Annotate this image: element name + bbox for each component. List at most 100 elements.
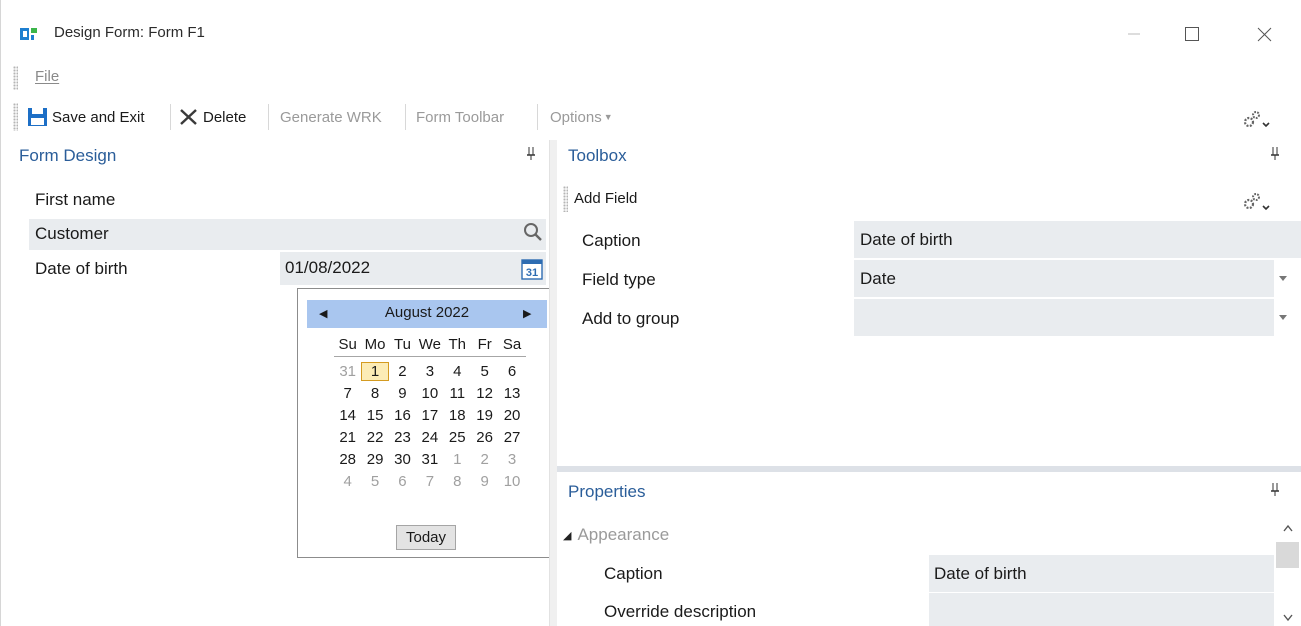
toolbox-row-add-to-group[interactable]: Add to group xyxy=(557,299,1301,338)
property-caption-input[interactable]: Date of birth xyxy=(929,555,1274,592)
calendar-day[interactable]: 5 xyxy=(361,473,388,490)
calendar-day-selected[interactable]: 1 xyxy=(361,361,389,381)
menu-file[interactable]: File xyxy=(35,68,59,85)
calendar-day[interactable]: 8 xyxy=(361,385,388,402)
pin-icon[interactable] xyxy=(526,146,536,163)
form-toolbar-button[interactable]: Form Toolbar xyxy=(416,106,504,128)
calendar-day[interactable]: 20 xyxy=(498,407,525,424)
calendar-day[interactable]: 19 xyxy=(471,407,498,424)
calendar-day[interactable]: 5 xyxy=(471,363,498,380)
calendar-day[interactable]: 10 xyxy=(498,473,525,490)
calendar-day[interactable]: 8 xyxy=(444,473,471,490)
toolbox-grip[interactable] xyxy=(563,186,568,212)
delete-button[interactable]: Delete xyxy=(178,106,246,128)
calendar-day[interactable]: 4 xyxy=(444,363,471,380)
month-label: August 2022 xyxy=(384,304,470,321)
save-and-exit-button[interactable]: Save and Exit xyxy=(27,106,145,128)
calendar-day[interactable]: 2 xyxy=(471,451,498,468)
calendar-icon[interactable]: 31 xyxy=(521,258,543,280)
form-row-date-of-birth[interactable]: Date of birth xyxy=(29,254,280,285)
calendar-day[interactable]: 14 xyxy=(334,407,361,424)
calendar-day[interactable]: 12 xyxy=(471,385,498,402)
override-description-input[interactable] xyxy=(929,593,1274,626)
form-row-first-name[interactable]: First name xyxy=(29,185,546,216)
dropdown-arrow-icon[interactable] xyxy=(1279,276,1287,281)
calendar-day[interactable]: 18 xyxy=(444,407,471,424)
calendar-day[interactable]: 11 xyxy=(444,385,471,402)
calendar-day[interactable]: 25 xyxy=(444,429,471,446)
calendar-day[interactable]: 27 xyxy=(498,429,525,446)
options-label: Options xyxy=(550,108,602,126)
weekday-label: Su xyxy=(338,336,357,353)
delete-label: Delete xyxy=(203,108,247,126)
calendar-day[interactable]: 1 xyxy=(444,451,471,468)
calendar-day[interactable]: 30 xyxy=(389,451,416,468)
calendar-day[interactable]: 7 xyxy=(416,473,443,490)
generate-wrk-button[interactable]: Generate WRK xyxy=(280,106,382,128)
calendar-day[interactable]: 17 xyxy=(416,407,443,424)
toolbox-row-field-type[interactable]: Field type Date xyxy=(557,260,1301,299)
calendar-day[interactable]: 22 xyxy=(361,429,388,446)
toolbar-grip[interactable] xyxy=(13,103,18,131)
add-field-button[interactable]: Add Field xyxy=(574,190,637,207)
horizontal-splitter[interactable] xyxy=(557,466,1301,472)
calendar-week: 4 5 6 7 8 9 10 xyxy=(334,470,526,492)
appearance-section-label: Appearance xyxy=(577,525,670,544)
caption-input[interactable]: Date of birth xyxy=(854,221,1301,258)
calendar-day[interactable]: 3 xyxy=(498,451,525,468)
calendar-day[interactable]: 10 xyxy=(416,385,443,402)
pin-icon[interactable] xyxy=(1270,146,1280,163)
properties-scrollbar[interactable] xyxy=(1274,518,1301,626)
close-button[interactable] xyxy=(1241,18,1287,50)
calendar-day[interactable]: 6 xyxy=(498,363,525,380)
calendar-day[interactable]: 31 xyxy=(334,363,361,380)
pin-icon[interactable] xyxy=(1270,482,1280,499)
calendar-day[interactable]: 9 xyxy=(389,385,416,402)
search-icon[interactable] xyxy=(523,222,543,242)
toolbox-row-caption[interactable]: Caption Date of birth xyxy=(557,221,1301,260)
field-label: First name xyxy=(35,190,116,209)
calendar-day[interactable]: 23 xyxy=(389,429,416,446)
options-dropdown[interactable]: Options ▼ xyxy=(550,106,613,128)
minimize-button[interactable] xyxy=(1111,18,1157,50)
calendar-day[interactable]: 26 xyxy=(471,429,498,446)
calendar-day[interactable]: 2 xyxy=(389,363,416,380)
toolbar-settings-button[interactable] xyxy=(1241,106,1271,130)
vertical-splitter[interactable] xyxy=(549,140,557,626)
scroll-up-icon[interactable] xyxy=(1283,524,1293,532)
calendar-day[interactable]: 29 xyxy=(361,451,388,468)
calendar-day[interactable]: 21 xyxy=(334,429,361,446)
dropdown-arrow-icon[interactable] xyxy=(1279,315,1287,320)
toolbar-separator xyxy=(405,104,406,130)
calendar-day[interactable]: 24 xyxy=(416,429,443,446)
menu-grip[interactable] xyxy=(13,66,18,90)
calendar-day[interactable]: 3 xyxy=(416,363,443,380)
calendar-week: 14 15 16 17 18 19 20 xyxy=(334,404,526,426)
calendar-day[interactable]: 31 xyxy=(416,451,443,468)
next-month-icon[interactable]: ▶ xyxy=(523,307,531,320)
maximize-button[interactable] xyxy=(1169,18,1215,50)
calendar-day[interactable]: 6 xyxy=(389,473,416,490)
property-row-caption[interactable]: Caption Date of birth xyxy=(557,555,1274,593)
calendar-popup[interactable]: ◀ August 2022 ▶ Su Mo Tu We Th Fr Sa 31 … xyxy=(297,288,553,558)
calendar-day[interactable]: 28 xyxy=(334,451,361,468)
field-type-select[interactable]: Date xyxy=(854,260,1274,297)
weekday-label: Sa xyxy=(502,336,522,353)
appearance-section-toggle[interactable]: ◢ Appearance xyxy=(563,525,669,545)
calendar-grid: Su Mo Tu We Th Fr Sa 31 1 2 3 4 5 6 7 8 … xyxy=(334,333,526,492)
customer-input[interactable] xyxy=(280,219,546,250)
calendar-day[interactable]: 4 xyxy=(334,473,361,490)
scroll-down-icon[interactable] xyxy=(1283,614,1293,622)
today-button[interactable]: Today xyxy=(396,525,456,550)
calendar-day[interactable]: 9 xyxy=(471,473,498,490)
toolbox-settings-button[interactable] xyxy=(1241,190,1271,214)
property-row-override-description[interactable]: Override description xyxy=(557,593,1274,626)
add-to-group-select[interactable] xyxy=(854,299,1274,336)
calendar-day[interactable]: 13 xyxy=(498,385,525,402)
calendar-day[interactable]: 16 xyxy=(389,407,416,424)
form-row-customer[interactable]: Customer xyxy=(29,219,280,250)
calendar-day[interactable]: 15 xyxy=(361,407,388,424)
date-of-birth-input[interactable]: 01/08/2022 xyxy=(280,252,546,285)
calendar-day[interactable]: 7 xyxy=(334,385,361,402)
scrollbar-thumb[interactable] xyxy=(1276,542,1299,568)
